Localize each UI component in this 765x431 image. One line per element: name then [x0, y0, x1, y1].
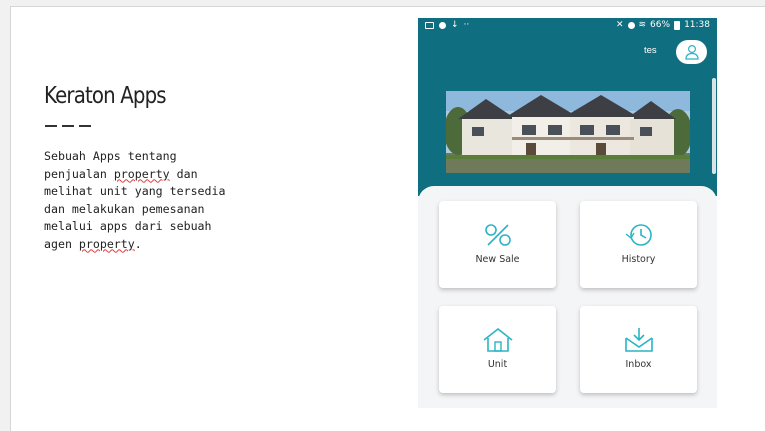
phone-screenshot: ↓ ·· ✕ ≋ 66% 11:38 tes New Sale History … [418, 18, 717, 408]
unit-label: Unit [487, 359, 508, 370]
more-icon: ·· [463, 20, 470, 30]
scrollbar[interactable] [712, 78, 716, 174]
spellcheck-word: property [113, 166, 170, 181]
inbox-button[interactable]: Inbox [580, 306, 697, 393]
profile-button[interactable] [676, 40, 707, 64]
menu-panel: New Sale History Unit Inbox [418, 186, 717, 408]
username-label: tes [644, 45, 657, 56]
screen-icon [425, 21, 434, 29]
inbox-icon [624, 328, 653, 352]
house-icon [483, 327, 512, 352]
app-header: ↓ ·· ✕ ≋ 66% 11:38 tes [418, 18, 717, 196]
wifi-icon: ≋ [638, 20, 647, 30]
description-text: Sebuah Apps tentang penjualan property d… [44, 148, 264, 253]
desc-line: melihat unit yang tersedia [44, 184, 226, 198]
page-title: Keraton Apps [44, 83, 167, 109]
title-underline [45, 125, 91, 127]
desc-line: Sebuah Apps tentang [44, 149, 177, 163]
inbox-label: Inbox [625, 359, 652, 370]
unit-button[interactable]: Unit [439, 306, 556, 393]
desc-line: . [134, 236, 142, 251]
battery-level: 66% [650, 20, 671, 30]
desc-line: dan [169, 166, 198, 181]
status-bar: ↓ ·· ✕ ≋ 66% 11:38 [418, 18, 717, 34]
user-icon [684, 44, 699, 60]
history-label: History [621, 254, 656, 265]
new-sale-button[interactable]: New Sale [439, 201, 556, 288]
spellcheck-word: property [78, 236, 135, 251]
download-icon: ↓ [451, 20, 459, 30]
clock: 11:38 [684, 20, 710, 30]
new-sale-label: New Sale [475, 254, 520, 265]
history-icon [625, 224, 652, 246]
desc-line: melalui apps dari sebuah [44, 219, 212, 233]
property-banner-image [446, 91, 690, 173]
percent-icon [484, 224, 511, 246]
mute-icon: ✕ [615, 20, 624, 30]
history-button[interactable]: History [580, 201, 697, 288]
desc-line: dan melakukan pemesanan [44, 201, 205, 216]
alarm-icon [627, 21, 635, 29]
desc-line: penjualan [44, 166, 114, 181]
battery-icon [674, 20, 681, 30]
chat-icon [439, 21, 446, 29]
desc-line: agen [44, 236, 79, 251]
